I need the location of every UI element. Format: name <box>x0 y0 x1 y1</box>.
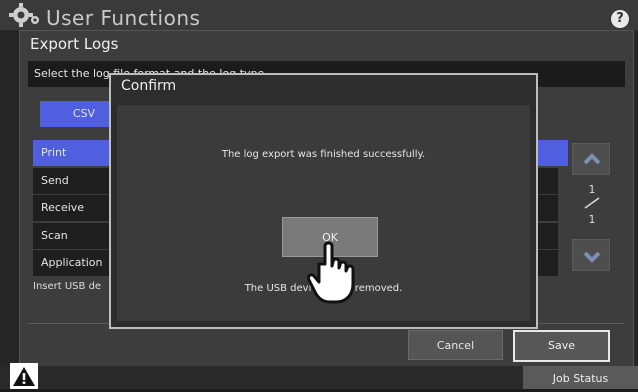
chevron-up-icon <box>583 153 601 165</box>
gear-icon <box>9 3 39 27</box>
scroll-up-button[interactable] <box>572 143 610 175</box>
warning-icon[interactable] <box>10 363 38 389</box>
hand-pointer-icon <box>307 241 355 304</box>
save-button[interactable]: Save <box>513 330 610 362</box>
page-total: 1 <box>588 213 596 226</box>
top-bar: User Functions ? <box>0 0 638 30</box>
insert-usb-text: Insert USB de <box>33 281 102 292</box>
job-status-button[interactable]: Job Status <box>523 366 638 389</box>
dialog-title: Confirm <box>121 78 177 94</box>
page-divider <box>584 197 600 209</box>
page-indicator: 1 1 <box>576 183 608 233</box>
scroll-down-button[interactable] <box>572 239 610 271</box>
dialog-message: The log export was finished successfully… <box>221 149 426 160</box>
user-functions-screen: User Functions ? Export Logs Select the … <box>0 0 638 389</box>
panel-title: Export Logs <box>30 35 119 53</box>
chevron-down-icon <box>583 251 601 263</box>
help-icon[interactable]: ? <box>611 10 629 28</box>
app-title: User Functions <box>46 6 201 30</box>
cancel-button[interactable]: Cancel <box>408 330 503 360</box>
page-current: 1 <box>588 183 596 196</box>
